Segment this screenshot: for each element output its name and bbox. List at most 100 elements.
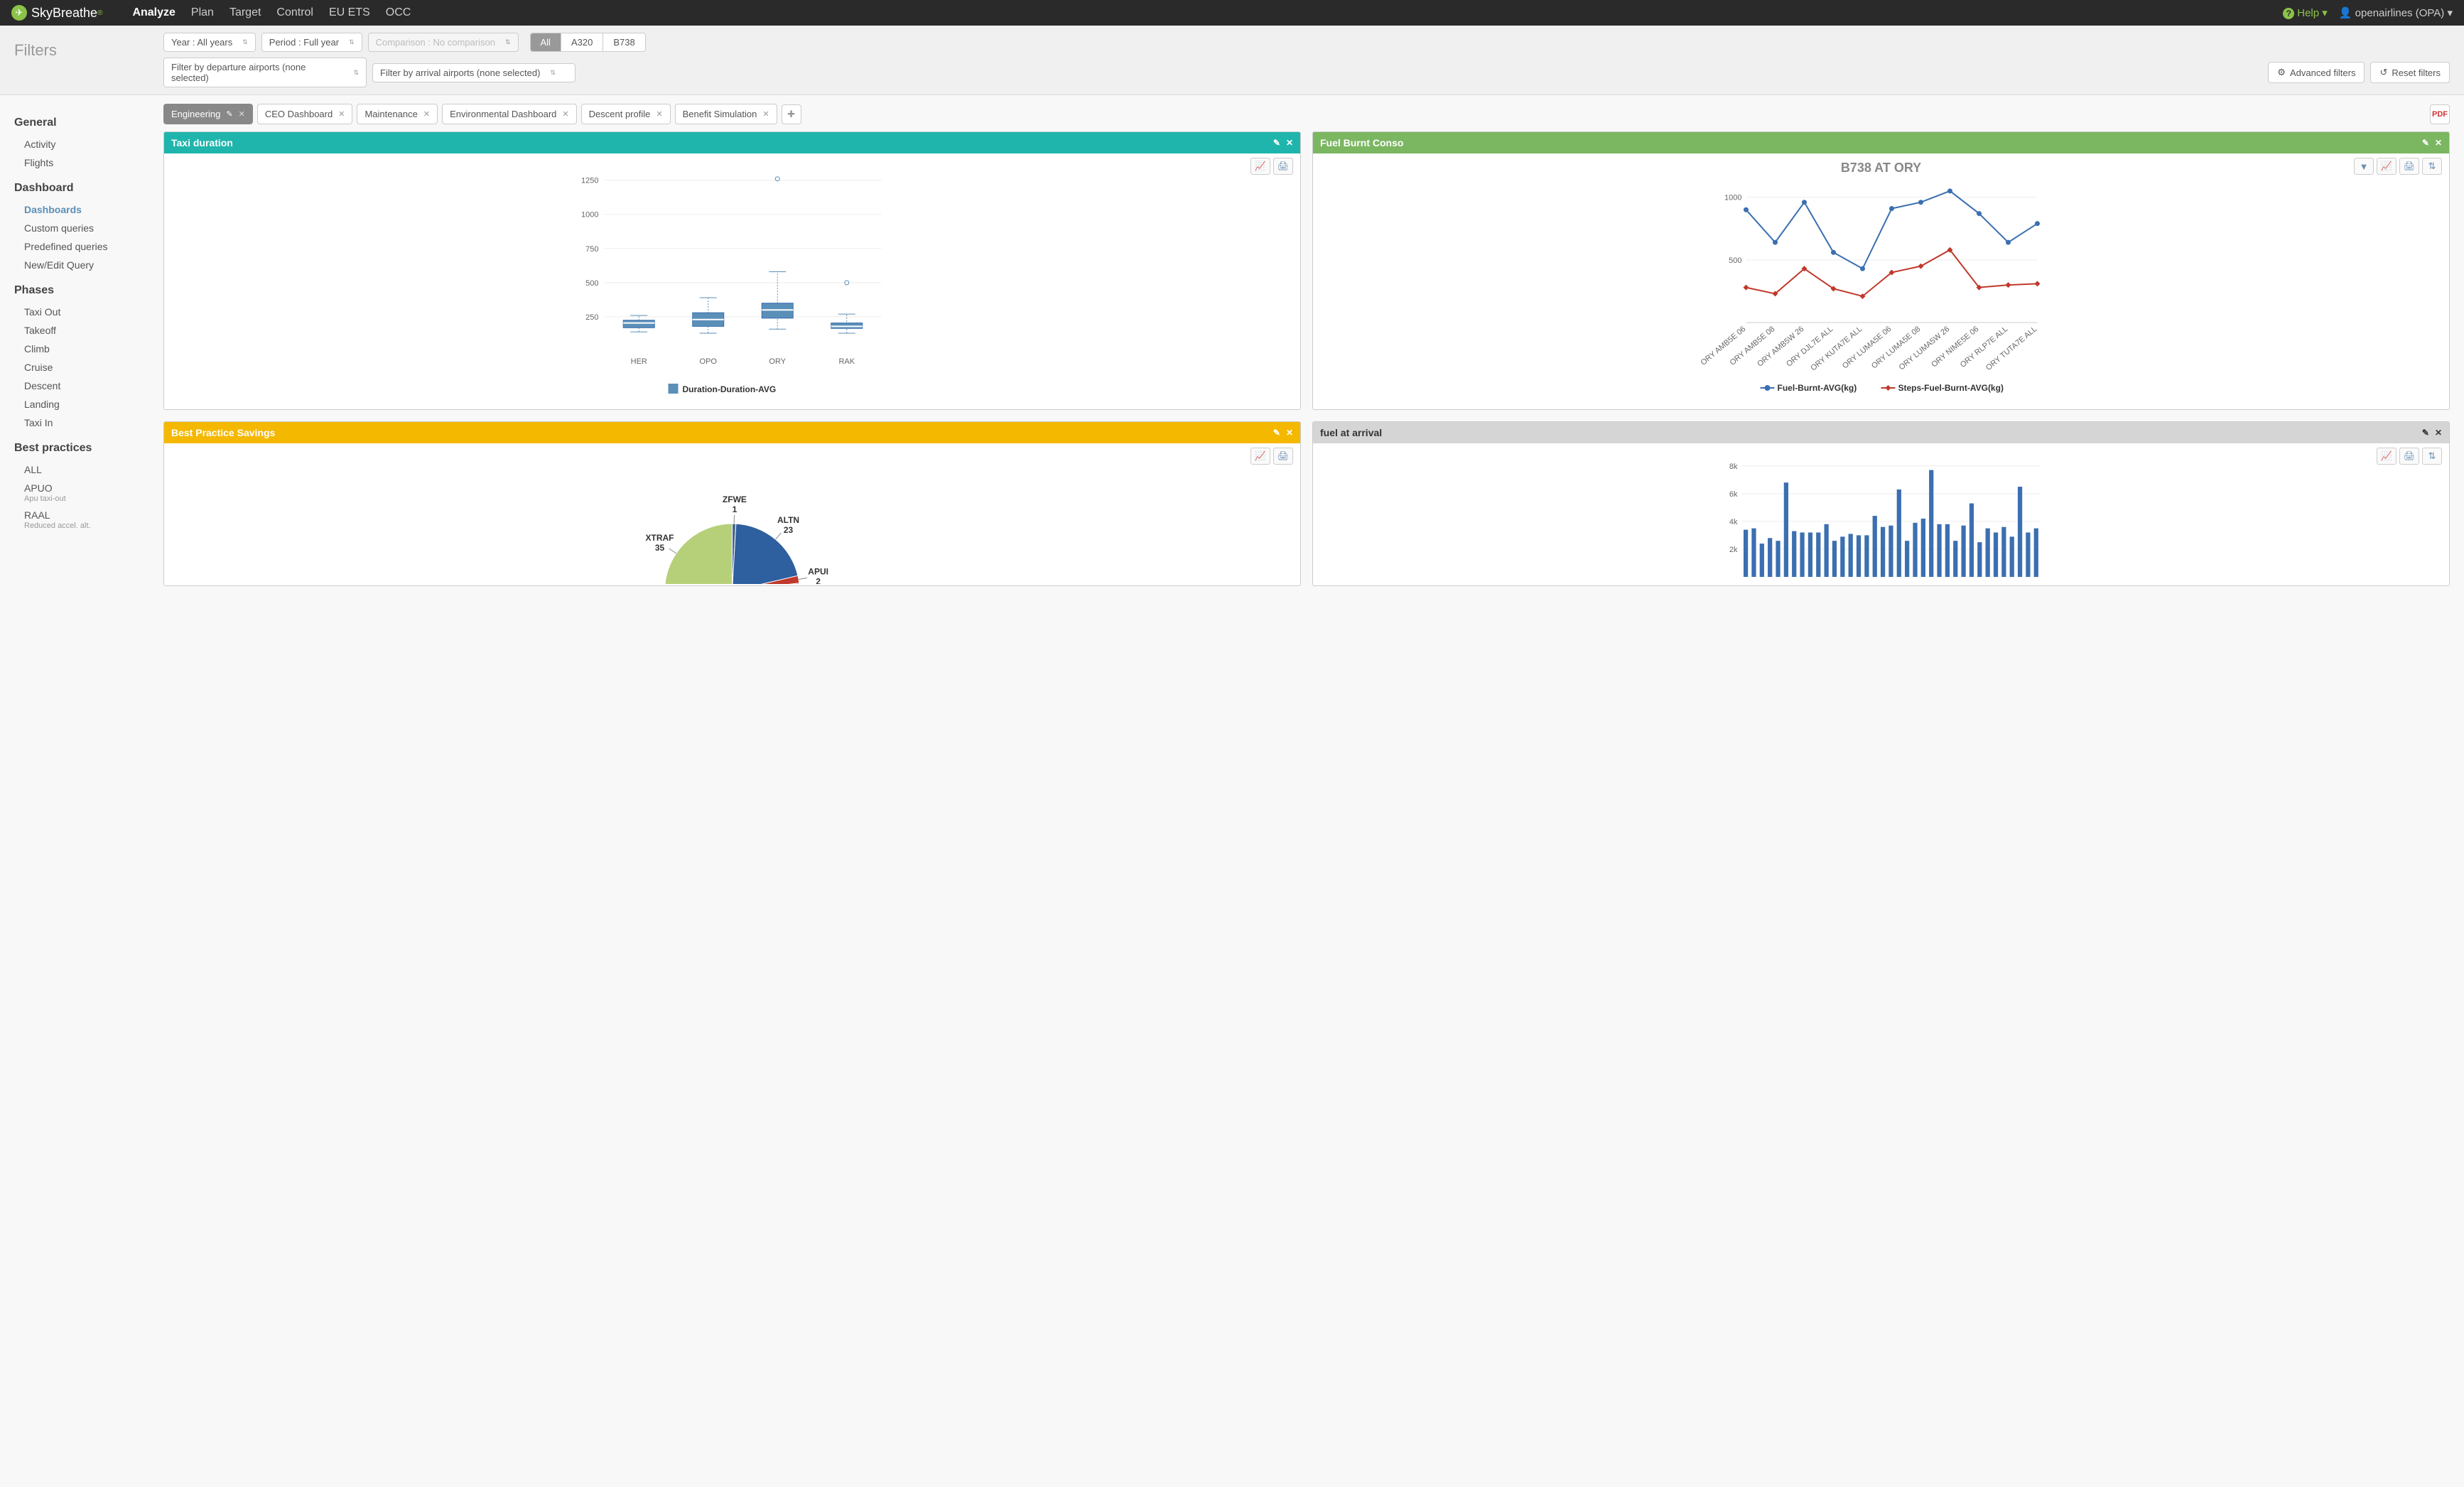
topbar-right: ?Help ▾ 👤 openairlines (OPA) ▾ bbox=[2283, 6, 2453, 19]
pencil-icon[interactable]: ✎ bbox=[226, 109, 232, 119]
export-icon[interactable]: 📈 bbox=[2377, 448, 2397, 465]
edit-icon[interactable]: ✎ bbox=[1273, 428, 1280, 438]
widget-fuel-arrival: fuel at arrival ✎✕ 📈🖨⇅ 2k4k6k8k bbox=[1312, 421, 2450, 586]
sidebar-heading: Best practices bbox=[14, 442, 149, 455]
print-icon[interactable]: 🖨 bbox=[2399, 158, 2419, 175]
year-dropdown[interactable]: Year : All years⇅ bbox=[163, 33, 256, 52]
filter-bar: Filters Year : All years⇅ Period : Full … bbox=[0, 26, 2464, 95]
svg-text:6k: 6k bbox=[1729, 490, 1738, 499]
export-icon[interactable]: 📈 bbox=[1250, 158, 1270, 175]
svg-text:RAK: RAK bbox=[838, 357, 855, 366]
sidebar-heading: Phases bbox=[14, 284, 149, 297]
sidebar-subtitle: Apu taxi-out bbox=[14, 494, 149, 503]
widget-taxi-duration: Taxi duration ✎✕ 📈🖨 25050075010001250HER… bbox=[163, 131, 1301, 410]
close-icon[interactable]: ✕ bbox=[1286, 428, 1293, 438]
svg-text:250: 250 bbox=[585, 313, 598, 322]
pill-a320[interactable]: A320 bbox=[561, 33, 603, 52]
svg-text:Duration-Duration-AVG: Duration-Duration-AVG bbox=[683, 384, 777, 394]
close-icon[interactable]: ✕ bbox=[239, 109, 245, 119]
nav-control[interactable]: Control bbox=[275, 4, 315, 22]
reset-filters-button[interactable]: ↺Reset filters bbox=[2370, 62, 2450, 83]
sort-icon[interactable]: ⇅ bbox=[2422, 448, 2442, 465]
close-icon[interactable]: ✕ bbox=[2435, 138, 2442, 148]
sort-icon[interactable]: ⇅ bbox=[2422, 158, 2442, 175]
edit-icon[interactable]: ✎ bbox=[2422, 428, 2429, 438]
user-icon: 👤 bbox=[2339, 7, 2352, 19]
tab-benefit-simulation[interactable]: Benefit Simulation✕ bbox=[675, 104, 777, 124]
export-icon[interactable]: 📈 bbox=[2377, 158, 2397, 175]
edit-icon[interactable]: ✎ bbox=[2422, 138, 2429, 148]
sidebar-item-landing[interactable]: Landing bbox=[14, 395, 149, 413]
help-link[interactable]: ?Help ▾ bbox=[2283, 6, 2328, 19]
add-tab-button[interactable]: ✚ bbox=[782, 104, 801, 124]
sidebar-item-cruise[interactable]: Cruise bbox=[14, 358, 149, 377]
svg-text:1250: 1250 bbox=[581, 177, 598, 185]
print-icon[interactable]: 🖨 bbox=[2399, 448, 2419, 465]
pill-b738[interactable]: B738 bbox=[603, 33, 645, 52]
svg-text:1000: 1000 bbox=[1724, 194, 1741, 202]
pdf-export-button[interactable]: PDF bbox=[2430, 104, 2450, 124]
nav-target[interactable]: Target bbox=[228, 4, 262, 22]
close-icon[interactable]: ✕ bbox=[423, 109, 430, 119]
print-icon[interactable]: 🖨 bbox=[1273, 448, 1293, 465]
sidebar-item-all[interactable]: ALL bbox=[14, 460, 149, 479]
sidebar-item-dashboards[interactable]: Dashboards bbox=[14, 200, 149, 219]
nav-analyze[interactable]: Analyze bbox=[131, 4, 176, 22]
aircraft-pills: AllA320B738 bbox=[530, 33, 646, 52]
sidebar-item-custom-queries[interactable]: Custom queries bbox=[14, 219, 149, 237]
close-icon[interactable]: ✕ bbox=[1286, 138, 1293, 148]
sidebar-heading: Dashboard bbox=[14, 182, 149, 195]
fuel-line-chart: B738 AT ORY5001000ORY AMB5E 06ORY AMB5E … bbox=[1319, 159, 2443, 401]
edit-icon[interactable]: ✎ bbox=[1273, 138, 1280, 148]
sidebar-item-taxi-in[interactable]: Taxi In bbox=[14, 413, 149, 432]
sidebar-item-predefined-queries[interactable]: Predefined queries bbox=[14, 237, 149, 256]
nav-occ[interactable]: OCC bbox=[384, 4, 413, 22]
main-nav: Analyze Plan Target Control EU ETS OCC bbox=[131, 4, 2283, 22]
widget-body: 📈🖨 25050075010001250HEROPOORYRAKDuration… bbox=[164, 153, 1300, 409]
sidebar-item-flights[interactable]: Flights bbox=[14, 153, 149, 172]
advanced-filters-button[interactable]: ⚙Advanced filters bbox=[2268, 62, 2365, 83]
brand-name: SkyBreathe bbox=[31, 6, 97, 21]
export-icon[interactable]: 📈 bbox=[1250, 448, 1270, 465]
tab-ceo-dashboard[interactable]: CEO Dashboard✕ bbox=[257, 104, 353, 124]
svg-text:750: 750 bbox=[585, 245, 598, 254]
widget-header: fuel at arrival ✎✕ bbox=[1313, 422, 2449, 443]
sidebar-item-descent[interactable]: Descent bbox=[14, 377, 149, 395]
dashboard-tabs: Engineering✎✕CEO Dashboard✕Maintenance✕E… bbox=[163, 104, 2450, 124]
sidebar-item-new-edit-query[interactable]: New/Edit Query bbox=[14, 256, 149, 274]
close-icon[interactable]: ✕ bbox=[762, 109, 769, 119]
user-menu[interactable]: 👤 openairlines (OPA) ▾ bbox=[2339, 6, 2453, 19]
bps-pie-chart: ZFWE1ALTN23APUI2XTRAF35 bbox=[170, 449, 1295, 584]
nav-eu-ets[interactable]: EU ETS bbox=[328, 4, 372, 22]
tab-engineering[interactable]: Engineering✎✕ bbox=[163, 104, 253, 124]
svg-text:Fuel-Burnt-AVG(kg): Fuel-Burnt-AVG(kg) bbox=[1778, 383, 1857, 393]
sidebar-item-climb[interactable]: Climb bbox=[14, 340, 149, 358]
topbar: ✈ SkyBreathe® Analyze Plan Target Control EU… bbox=[0, 0, 2464, 26]
filter-icon[interactable]: ▼ bbox=[2354, 158, 2374, 175]
caret-icon: ⇅ bbox=[353, 69, 359, 77]
content: Engineering✎✕CEO Dashboard✕Maintenance✕E… bbox=[163, 95, 2464, 595]
svg-text:ORY LUMA5E 06: ORY LUMA5E 06 bbox=[1841, 325, 1893, 370]
tab-environmental-dashboard[interactable]: Environmental Dashboard✕ bbox=[442, 104, 577, 124]
sidebar-item-activity[interactable]: Activity bbox=[14, 135, 149, 153]
sidebar-item-taxi-out[interactable]: Taxi Out bbox=[14, 303, 149, 321]
sidebar-heading: General bbox=[14, 117, 149, 129]
brand-logo[interactable]: ✈ SkyBreathe® bbox=[11, 5, 102, 21]
close-icon[interactable]: ✕ bbox=[656, 109, 662, 119]
caret-icon: ⇅ bbox=[550, 69, 556, 77]
close-icon[interactable]: ✕ bbox=[2435, 428, 2442, 438]
arrival-dropdown[interactable]: Filter by arrival airports (none selecte… bbox=[372, 63, 576, 82]
sidebar-item-takeoff[interactable]: Takeoff bbox=[14, 321, 149, 340]
nav-plan[interactable]: Plan bbox=[190, 4, 215, 22]
departure-dropdown[interactable]: Filter by departure airports (none selec… bbox=[163, 58, 367, 87]
close-icon[interactable]: ✕ bbox=[338, 109, 345, 119]
period-dropdown[interactable]: Period : Full year⇅ bbox=[261, 33, 362, 52]
svg-text:500: 500 bbox=[585, 279, 598, 288]
svg-text:XTRAF: XTRAF bbox=[646, 533, 674, 543]
pill-all[interactable]: All bbox=[530, 33, 561, 52]
tab-maintenance[interactable]: Maintenance✕ bbox=[357, 104, 438, 124]
print-icon[interactable]: 🖨 bbox=[1273, 158, 1293, 175]
svg-text:2k: 2k bbox=[1729, 546, 1738, 554]
tab-descent-profile[interactable]: Descent profile✕ bbox=[581, 104, 671, 124]
close-icon[interactable]: ✕ bbox=[562, 109, 568, 119]
